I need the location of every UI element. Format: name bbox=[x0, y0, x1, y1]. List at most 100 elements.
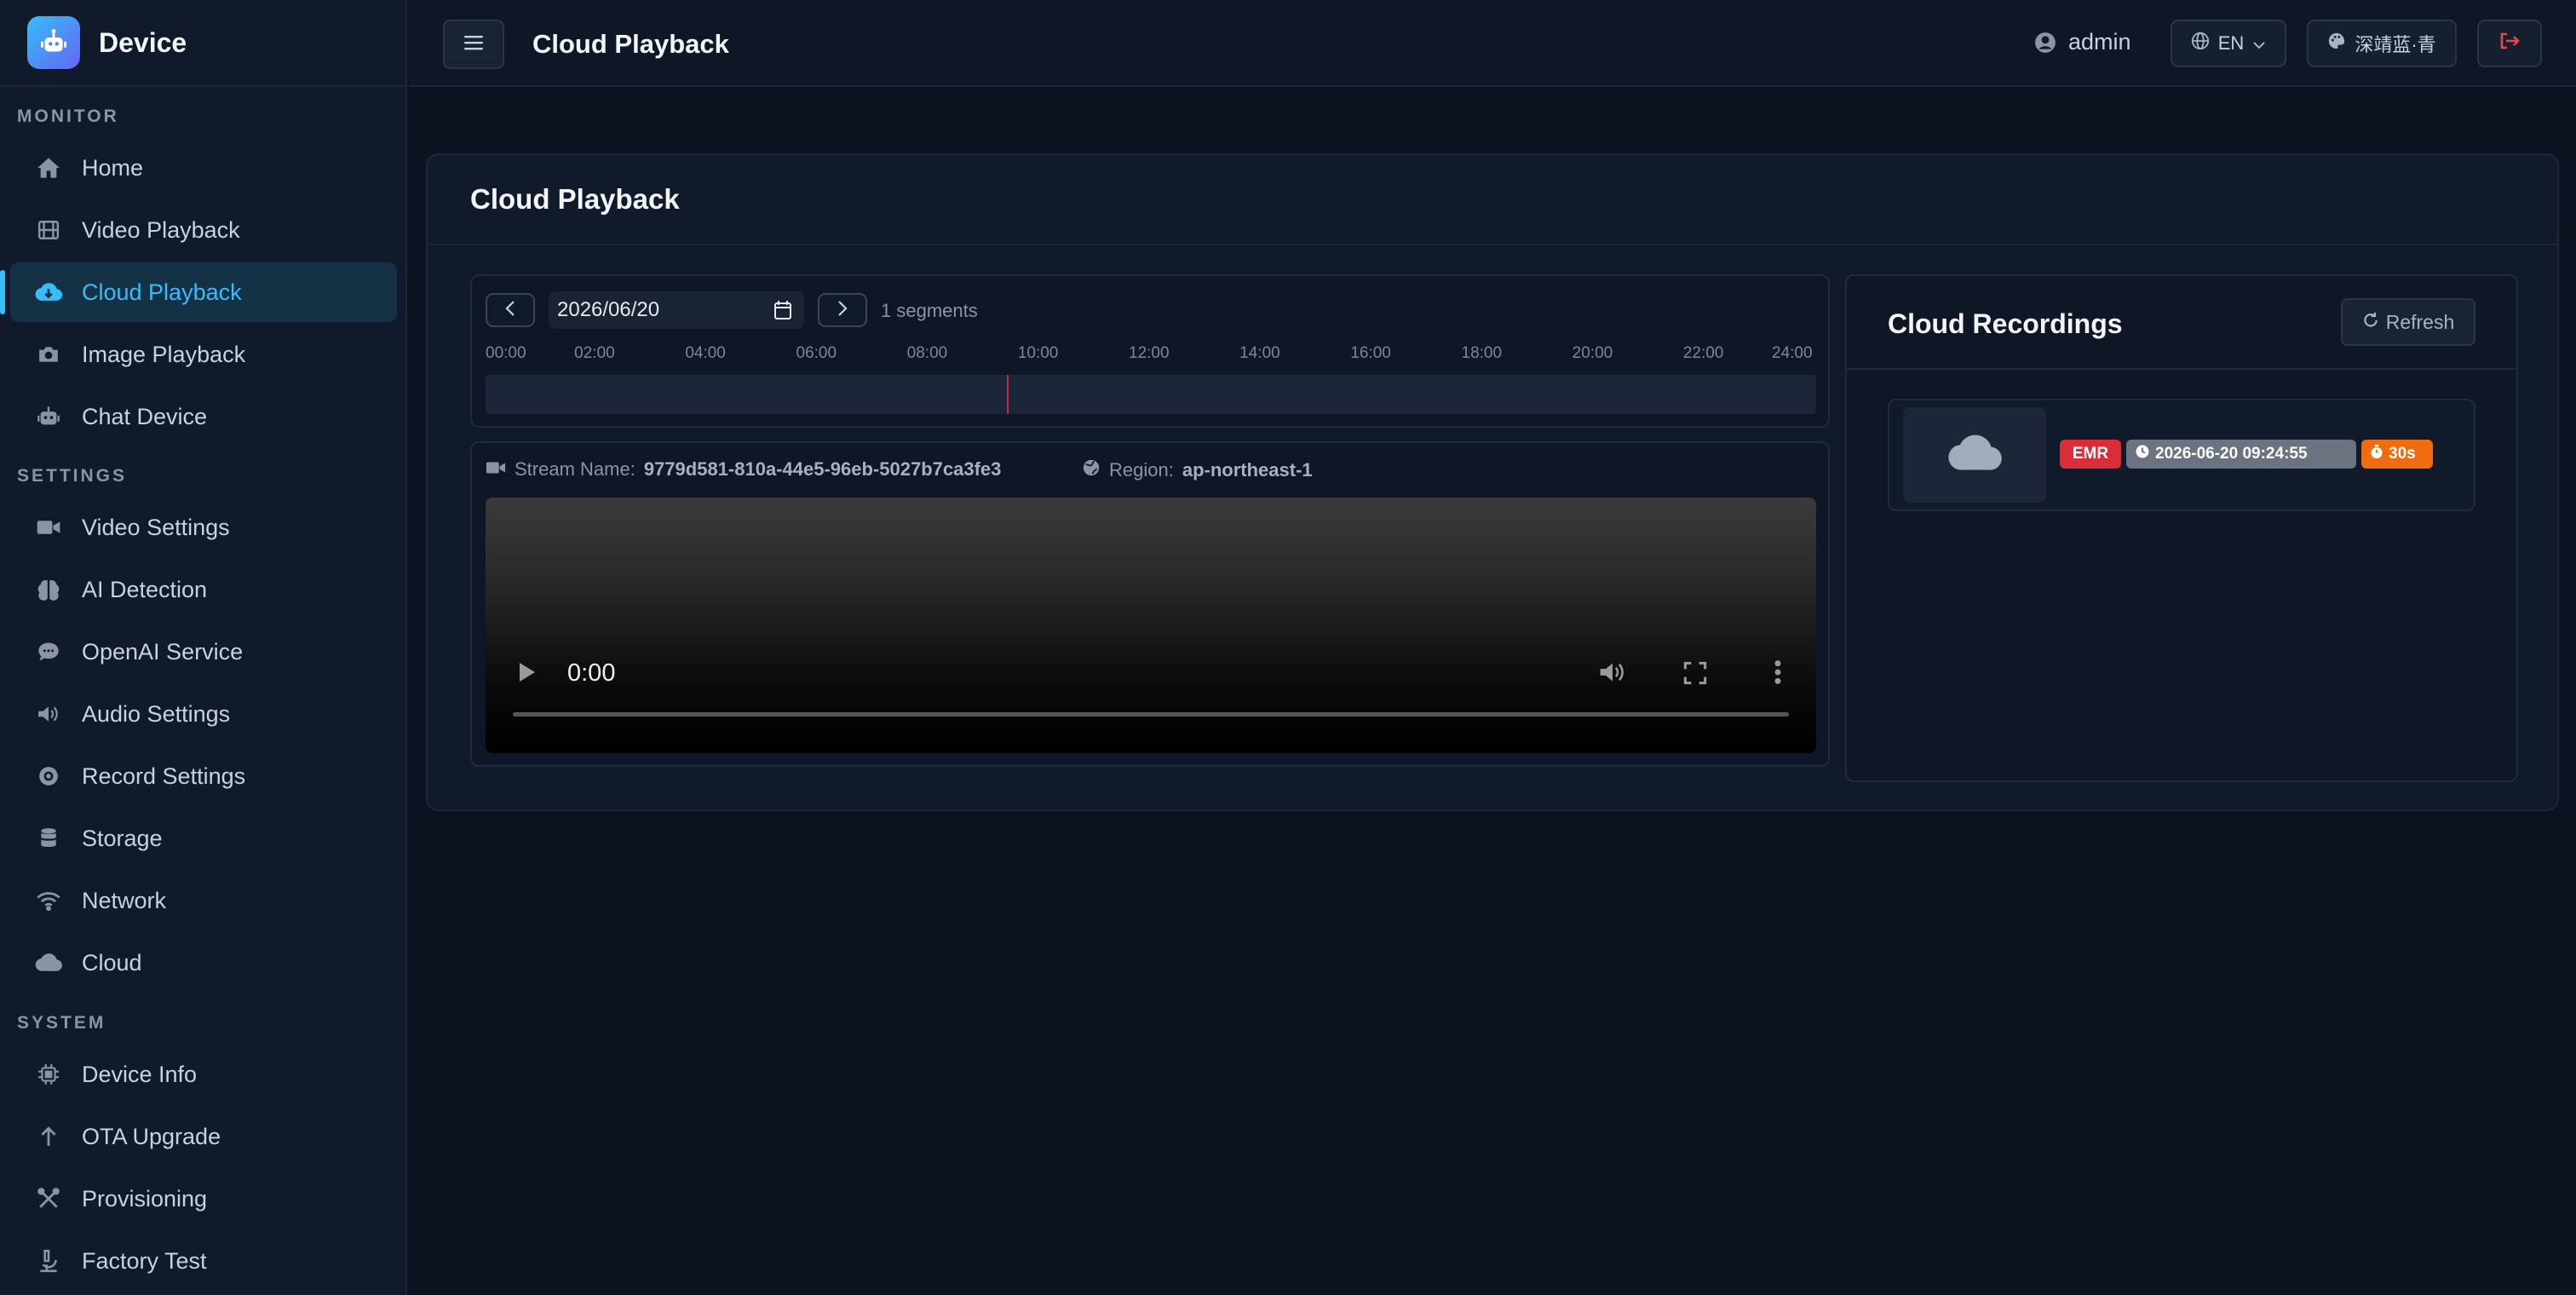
sidebar-item-label: OpenAI Service bbox=[82, 638, 244, 665]
sidebar-item-ai-detection[interactable]: AI Detection bbox=[10, 560, 397, 619]
timestamp-value: 2026-06-20 09:24:55 bbox=[2155, 445, 2308, 463]
logout-button[interactable] bbox=[2477, 20, 2542, 67]
robot-icon bbox=[34, 406, 63, 428]
sidebar-item-video-settings[interactable]: Video Settings bbox=[10, 498, 397, 557]
sidebar-item-cloud[interactable]: Cloud bbox=[10, 933, 397, 993]
cloud-icon bbox=[34, 953, 63, 972]
sidebar-item-network[interactable]: Network bbox=[10, 871, 397, 930]
sidebar-item-label: Home bbox=[82, 154, 144, 181]
wifi-icon bbox=[34, 890, 63, 911]
timeline-panel: 2026/06/20 1 segments 00:00 02:00 04:00 06:… bbox=[470, 274, 1830, 428]
sidebar-item-home[interactable]: Home bbox=[10, 138, 397, 198]
language-label: EN bbox=[2217, 32, 2245, 54]
timeline-tick-label: 16:00 bbox=[1350, 344, 1391, 362]
language-selector[interactable]: EN bbox=[2171, 20, 2286, 67]
timeline-tick-label: 04:00 bbox=[685, 344, 726, 362]
timeline-track[interactable] bbox=[486, 375, 1816, 414]
sidebar-item-video-playback[interactable]: Video Playback bbox=[10, 200, 397, 260]
sidebar-item-label: Image Playback bbox=[82, 341, 246, 367]
card-title: Cloud Playback bbox=[470, 183, 680, 215]
refresh-button[interactable]: Refresh bbox=[2341, 298, 2475, 346]
stream-name-value: 9779d581-810a-44e5-96eb-5027b7ca3fe3 bbox=[643, 458, 1002, 480]
sidebar-item-storage[interactable]: Storage bbox=[10, 809, 397, 868]
clock-icon bbox=[2135, 444, 2150, 464]
timeline-tick-label: 18:00 bbox=[1461, 344, 1503, 362]
refresh-icon bbox=[2362, 311, 2379, 334]
sidebar-item-record-settings[interactable]: Record Settings bbox=[10, 746, 397, 806]
sidebar-item-label: Device Info bbox=[82, 1061, 198, 1087]
timeline-tick-label: 00:00 bbox=[486, 344, 526, 362]
chat-bubble-icon bbox=[34, 641, 63, 663]
emr-badge-label: EMR bbox=[2072, 445, 2109, 463]
more-options-icon[interactable] bbox=[1774, 659, 1782, 689]
sidebar-item-audio-settings[interactable]: Audio Settings bbox=[10, 684, 397, 744]
timeline-tick-label: 06:00 bbox=[796, 344, 837, 362]
volume-icon[interactable] bbox=[1598, 659, 1627, 689]
region-value: ap-northeast-1 bbox=[1182, 459, 1313, 481]
timestamp-badge: 2026-06-20 09:24:55 bbox=[2126, 440, 2356, 469]
timeline-segment-marker[interactable] bbox=[1007, 375, 1009, 414]
sidebar-item-image-playback[interactable]: Image Playback bbox=[10, 325, 397, 384]
segments-count: 1 segments bbox=[881, 300, 978, 321]
sidebar-item-label: Network bbox=[82, 887, 167, 913]
video-progress-bar[interactable] bbox=[513, 712, 1789, 717]
chevron-right-icon bbox=[837, 300, 848, 321]
timeline-tick-label: 02:00 bbox=[574, 344, 615, 362]
next-day-button[interactable] bbox=[818, 293, 867, 327]
sidebar-item-cloud-playback[interactable]: Cloud Playback bbox=[10, 262, 397, 322]
duration-value: 30s bbox=[2389, 445, 2416, 463]
recordings-title: Cloud Recordings bbox=[1888, 308, 2123, 339]
sidebar-item-factory-test[interactable]: Factory Test bbox=[10, 1231, 397, 1291]
section-label-settings: SETTINGS bbox=[17, 466, 128, 486]
stream-name-meta: Stream Name: 9779d581-810a-44e5-96eb-502… bbox=[486, 458, 1001, 481]
arrow-up-icon bbox=[34, 1125, 63, 1148]
sidebar-item-label: Chat Device bbox=[82, 403, 208, 429]
sidebar-item-label: Video Settings bbox=[82, 514, 230, 540]
video-camera-icon bbox=[486, 458, 506, 481]
fullscreen-icon[interactable] bbox=[1683, 661, 1707, 689]
volume-icon bbox=[34, 704, 63, 724]
user-circle-icon bbox=[2034, 32, 2056, 54]
sidebar-item-label: Factory Test bbox=[82, 1247, 207, 1274]
emr-badge: EMR bbox=[2060, 440, 2121, 469]
app-name: Device bbox=[99, 26, 187, 58]
timeline-tick-label: 22:00 bbox=[1682, 344, 1724, 362]
timeline-tick-label: 10:00 bbox=[1017, 344, 1059, 362]
calendar-icon[interactable] bbox=[773, 300, 792, 326]
chevron-down-icon bbox=[2252, 32, 2266, 55]
sidebar-item-openai-service[interactable]: OpenAI Service bbox=[10, 622, 397, 682]
sidebar-item-device-info[interactable]: Device Info bbox=[10, 1045, 397, 1104]
theme-label: 深靖蓝·青 bbox=[2355, 34, 2436, 55]
sidebar-item-label: OTA Upgrade bbox=[82, 1123, 221, 1149]
stream-name-label: Stream Name: bbox=[515, 458, 635, 480]
palette-icon bbox=[2327, 32, 2346, 55]
record-icon bbox=[34, 765, 63, 787]
camera-icon bbox=[34, 345, 63, 364]
sidebar-item-label: Provisioning bbox=[82, 1185, 208, 1212]
database-icon bbox=[34, 827, 63, 849]
sidebar-item-provisioning[interactable]: Provisioning bbox=[10, 1169, 397, 1229]
play-icon[interactable] bbox=[518, 661, 537, 688]
prev-day-button[interactable] bbox=[486, 293, 535, 327]
video-player[interactable]: 0:00 bbox=[486, 498, 1816, 753]
cloud-recordings-panel: Cloud Recordings Refresh EMR 2026-06-20 … bbox=[1845, 274, 2518, 782]
sidebar-item-label: Cloud Playback bbox=[82, 279, 242, 305]
sidebar-item-label: Cloud bbox=[82, 949, 142, 976]
duration-badge: 30s bbox=[2361, 440, 2433, 469]
recording-thumbnail[interactable] bbox=[1903, 407, 2046, 503]
user-menu[interactable]: admin bbox=[2034, 29, 2131, 55]
recording-item[interactable]: EMR 2026-06-20 09:24:55 30s bbox=[1888, 399, 2475, 511]
sidebar-item-ota-upgrade[interactable]: OTA Upgrade bbox=[10, 1107, 397, 1166]
menu-toggle-button[interactable] bbox=[443, 20, 504, 69]
timeline-tick-label: 12:00 bbox=[1129, 344, 1170, 362]
brand[interactable]: Device bbox=[0, 0, 405, 87]
sidebar-item-label: Storage bbox=[82, 825, 163, 851]
logout-icon bbox=[2498, 32, 2521, 55]
theme-selector[interactable]: 深靖蓝·青 bbox=[2307, 20, 2457, 67]
refresh-label: Refresh bbox=[2385, 310, 2455, 333]
recordings-header: Cloud Recordings Refresh bbox=[1847, 276, 2516, 370]
date-picker-input[interactable]: 2026/06/20 bbox=[549, 291, 804, 329]
player-panel: Stream Name: 9779d581-810a-44e5-96eb-502… bbox=[470, 441, 1830, 767]
timeline-tick-label: 08:00 bbox=[906, 344, 948, 362]
sidebar-item-chat-device[interactable]: Chat Device bbox=[10, 387, 397, 446]
